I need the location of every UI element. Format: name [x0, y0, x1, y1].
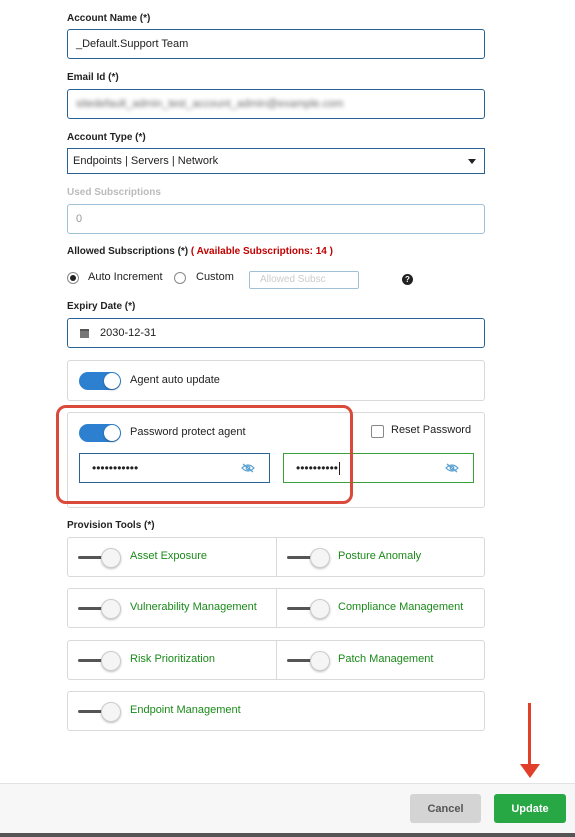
bottom-border — [0, 833, 575, 837]
account-name-input[interactable]: _Default.Support Team — [67, 29, 485, 59]
calendar-icon — [80, 328, 89, 338]
vulnerability-management-toggle[interactable] — [78, 599, 121, 619]
row-divider — [276, 589, 277, 627]
expiry-date-input[interactable]: 2030-12-31 — [67, 318, 485, 348]
expiry-date-value: 2030-12-31 — [100, 327, 157, 339]
used-subscriptions-input: 0 — [67, 204, 485, 234]
provision-row-2: Vulnerability Management Compliance Mana… — [67, 588, 485, 628]
patch-management-label: Patch Management — [338, 653, 434, 665]
provision-tools-label: Provision Tools (*) — [67, 520, 155, 531]
eye-off-icon[interactable] — [445, 463, 459, 473]
account-type-value: Endpoints | Servers | Network — [73, 155, 219, 167]
agent-auto-update-label: Agent auto update — [130, 374, 220, 386]
patch-management-toggle[interactable] — [287, 651, 330, 671]
asset-exposure-label: Asset Exposure — [130, 550, 208, 562]
posture-anomaly-toggle[interactable] — [287, 548, 330, 568]
risk-prioritization-toggle[interactable] — [78, 651, 121, 671]
asset-exposure-toggle[interactable] — [78, 548, 121, 568]
reset-password-label: Reset Password — [391, 424, 472, 436]
used-subscriptions-value: 0 — [76, 213, 83, 225]
cancel-button[interactable]: Cancel — [410, 794, 481, 823]
provision-row-1: Asset Exposure Posture Anomaly — [67, 537, 485, 577]
update-button[interactable]: Update — [494, 794, 566, 823]
provision-row-4: Endpoint Management — [67, 691, 485, 731]
endpoint-management-toggle[interactable] — [78, 702, 121, 722]
subscription-mode-group: Auto Increment Custom Allowed Subsc ? — [67, 268, 487, 290]
account-name-value: _Default.Support Team — [76, 38, 189, 50]
provision-row-3: Risk Prioritization Patch Management — [67, 640, 485, 680]
row-divider — [276, 538, 277, 576]
allowed-subscriptions-label: Allowed Subscriptions (*) ( Available Su… — [67, 246, 333, 257]
email-input[interactable]: sitedefault_admin_test_account_admin@exa… — [67, 89, 485, 119]
allowed-subscriptions-input[interactable]: Allowed Subsc — [249, 271, 359, 289]
reset-password-checkbox[interactable] — [371, 425, 384, 438]
used-subscriptions-label: Used Subscriptions — [67, 187, 161, 198]
expiry-date-label: Expiry Date (*) — [67, 301, 136, 312]
email-value: sitedefault_admin_test_account_admin@exa… — [76, 98, 344, 110]
account-type-label: Account Type (*) — [67, 132, 146, 143]
custom-label: Custom — [196, 271, 234, 283]
annotation-arrow-head — [520, 764, 540, 778]
annotation-highlight — [56, 405, 353, 504]
compliance-management-toggle[interactable] — [287, 599, 330, 619]
allowed-subscriptions-title: Allowed Subscriptions (*) — [67, 246, 189, 257]
annotation-arrow-shaft — [528, 703, 531, 767]
email-label: Email Id (*) — [67, 72, 119, 83]
chevron-down-icon — [468, 158, 476, 164]
compliance-management-label: Compliance Management — [338, 601, 464, 613]
agent-auto-update-toggle[interactable] — [79, 372, 121, 390]
auto-increment-radio[interactable] — [67, 272, 79, 284]
modal-footer: Cancel Update — [0, 783, 575, 833]
help-icon[interactable]: ? — [402, 274, 413, 285]
account-type-select[interactable]: Endpoints | Servers | Network — [67, 148, 485, 174]
agent-auto-update-card: Agent auto update — [67, 360, 485, 401]
risk-prioritization-label: Risk Prioritization — [130, 653, 215, 665]
custom-radio[interactable] — [174, 272, 186, 284]
vulnerability-management-label: Vulnerability Management — [130, 601, 257, 613]
row-divider — [276, 641, 277, 679]
endpoint-management-label: Endpoint Management — [130, 704, 241, 716]
available-subscriptions-text: ( Available Subscriptions: 14 ) — [190, 246, 333, 257]
posture-anomaly-label: Posture Anomaly — [338, 550, 422, 562]
account-name-label: Account Name (*) — [67, 13, 151, 24]
auto-increment-label: Auto Increment — [88, 271, 163, 283]
